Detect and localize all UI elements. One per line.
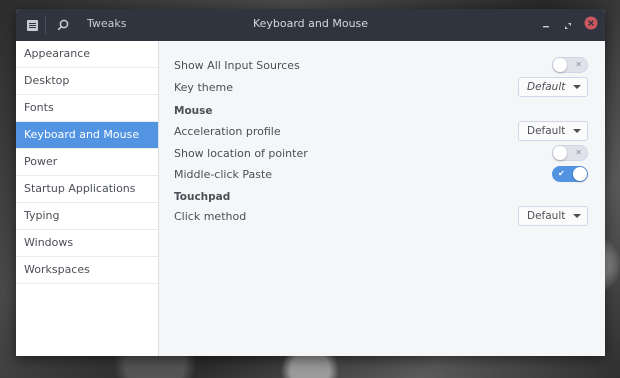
tweaks-window: Tweaks Keyboard and Mouse Appearance Des… [16, 9, 605, 356]
section-heading-touchpad: Touchpad [174, 191, 231, 203]
switch-on-icon: ✔ [558, 169, 565, 178]
sidebar-item-keyboard-and-mouse[interactable]: Keyboard and Mouse [16, 122, 158, 149]
minimize-icon [542, 15, 550, 34]
switch-knob [553, 58, 567, 72]
minimize-button[interactable] [539, 17, 553, 31]
sidebar: Appearance Desktop Fonts Keyboard and Mo… [16, 41, 159, 356]
key-theme-value: Default [527, 81, 566, 93]
acceleration-profile-label: Acceleration profile [174, 124, 281, 138]
titlebar: Tweaks Keyboard and Mouse [16, 9, 605, 41]
show-all-input-sources-label: Show All Input Sources [174, 58, 300, 72]
show-all-input-sources-switch[interactable]: ✕ [552, 57, 588, 73]
sidebar-item-windows[interactable]: Windows [16, 230, 158, 257]
sidebar-item-desktop[interactable]: Desktop [16, 68, 158, 95]
setting-row-acceleration-profile: Acceleration profile Default [174, 120, 588, 142]
switch-knob [553, 146, 567, 160]
click-method-label: Click method [174, 209, 247, 223]
settings-panel: Show All Input Sources ✕ Key theme Defau… [158, 41, 605, 356]
sidebar-item-fonts[interactable]: Fonts [16, 95, 158, 122]
acceleration-profile-dropdown[interactable]: Default [518, 121, 588, 141]
acceleration-profile-value: Default [527, 125, 566, 137]
setting-row-show-location-of-pointer: Show location of pointer ✕ [174, 142, 588, 164]
close-icon [584, 15, 598, 34]
window-title: Keyboard and Mouse [252, 17, 369, 30]
key-theme-label: Key theme [174, 80, 233, 94]
switch-off-icon: ✕ [575, 60, 582, 69]
sidebar-item-appearance[interactable]: Appearance [16, 41, 158, 68]
setting-row-show-all-input-sources: Show All Input Sources ✕ [174, 54, 588, 76]
sidebar-item-typing[interactable]: Typing [16, 203, 158, 230]
middle-click-paste-switch[interactable]: ✔ [552, 166, 588, 182]
chevron-down-icon [573, 85, 581, 89]
middle-click-paste-label: Middle-click Paste [174, 167, 273, 181]
close-button[interactable] [584, 15, 598, 34]
sidebar-item-workspaces[interactable]: Workspaces [16, 257, 158, 284]
maximize-button[interactable] [561, 17, 575, 31]
sidebar-item-startup-applications[interactable]: Startup Applications [16, 176, 158, 203]
switch-knob [573, 167, 587, 181]
setting-row-click-method: Click method Default [174, 205, 588, 227]
switch-off-icon: ✕ [575, 148, 582, 157]
key-theme-dropdown[interactable]: Default [518, 77, 588, 97]
setting-row-key-theme: Key theme Default [174, 76, 588, 98]
setting-row-middle-click-paste: Middle-click Paste ✔ [174, 163, 588, 185]
section-heading-mouse: Mouse [174, 105, 213, 117]
show-location-of-pointer-label: Show location of pointer [174, 146, 308, 160]
sidebar-item-power[interactable]: Power [16, 149, 158, 176]
click-method-dropdown[interactable]: Default [518, 206, 588, 226]
show-location-of-pointer-switch[interactable]: ✕ [552, 145, 588, 161]
chevron-down-icon [573, 129, 581, 133]
click-method-value: Default [527, 210, 566, 222]
chevron-down-icon [573, 214, 581, 218]
maximize-icon [564, 15, 572, 34]
